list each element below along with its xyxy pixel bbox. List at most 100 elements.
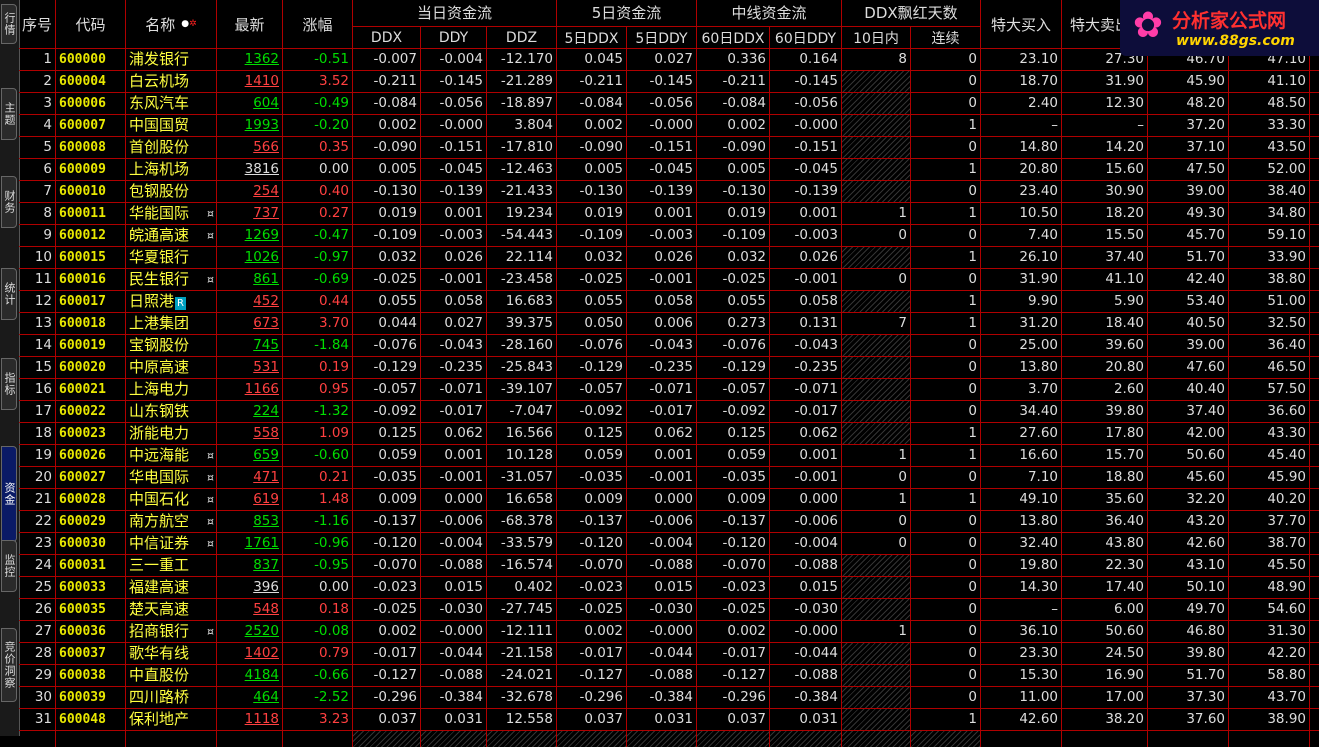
cell-code[interactable]: 600010 [56,181,126,202]
cell-name[interactable]: 四川路桥 [126,687,217,708]
table-row[interactable]: 9 600012 皖通高速 ¤ 1269 -0.47 -0.109 -0.003 -54.443… [19,225,1319,247]
cell-name[interactable]: 日照港 R [126,291,217,312]
cell-name[interactable]: 南方航空 ¤ [126,511,217,532]
cell-code[interactable]: 600016 [56,269,126,290]
cell-code[interactable]: 600021 [56,379,126,400]
table-row[interactable]: 4 600007 中国国贸 1993 -0.20 0.002 -0.000 3.804 0.00… [19,115,1319,137]
table-row[interactable]: 5 600008 首创股份 566 0.35 -0.090 -0.151 -17.810 -0.… [19,137,1319,159]
table-row[interactable]: 24 600031 三一重工 837 -0.95 -0.070 -0.088 -16.574-… [19,555,1319,577]
cell-code[interactable]: 600008 [56,137,126,158]
side-tab-7[interactable]: 竞价洞察 [1,628,17,702]
cell-code[interactable]: 600035 [56,599,126,620]
table-row[interactable]: 25 600033 福建高速 396 0.00 -0.023 0.015 0.402 -0.02… [19,577,1319,599]
table-row[interactable]: 20 600027 华电国际 ¤ 471 0.21 -0.035 -0.001 -31.057-… [19,467,1319,489]
cell-name[interactable]: 宝钢股份 [126,335,217,356]
cell-name[interactable]: 中国石化 ¤ [126,489,217,510]
table-row[interactable]: 6 600009 上海机场 3816 0.00 0.005 -0.045 -12.463 0.0… [19,159,1319,181]
cell-name[interactable]: 上海机场 [126,159,217,180]
side-tab-3[interactable]: 统计 [1,268,17,320]
table-row[interactable]: 10 600015 华夏银行 1026 -0.97 0.032 0.026 22.114 0.0… [19,247,1319,269]
side-tab-1[interactable]: 主题 [1,88,17,140]
cell-code[interactable]: 600012 [56,225,126,246]
side-tab-0[interactable]: 行情 [1,4,17,44]
cell-code[interactable]: 600038 [56,665,126,686]
table-row[interactable]: 28 600037 歌华有线 1402 0.79 -0.017 -0.044 -21.158-… [19,643,1319,665]
table-row[interactable]: 2 600004 白云机场 1410 3.52 -0.211 -0.145 -21.289 -0… [19,71,1319,93]
header-ddx60[interactable]: 60日DDX [697,27,770,48]
header-streak[interactable]: 连续 [911,27,981,48]
header-ddy[interactable]: DDY [421,27,487,48]
header-big-buy[interactable]: 特大买入 [981,0,1062,48]
cell-code[interactable]: 600023 [56,423,126,444]
table-row[interactable]: 23 600030 中信证券 ¤ 1761 -0.96 -0.120 -0.004 -33.57… [19,533,1319,555]
side-tab-4[interactable]: 指标 [1,358,17,410]
header-latest[interactable]: 最新 [217,0,283,48]
cell-name[interactable]: 华能国际 ¤ [126,203,217,224]
header-ddy5[interactable]: 5日DDY [627,27,697,48]
table-row[interactable]: 30 600039 四川路桥 464 -2.52 -0.296 -0.384 -32.678-… [19,687,1319,709]
cell-code[interactable]: 600037 [56,643,126,664]
cell-name[interactable]: 上港集团 [126,313,217,334]
cell-code[interactable]: 600018 [56,313,126,334]
cell-code[interactable]: 600030 [56,533,126,554]
cell-code[interactable]: 600019 [56,335,126,356]
side-tab-2[interactable]: 财务 [1,176,17,228]
table-row[interactable]: 11 600016 民生银行 ¤ 861 -0.69 -0.025 -0.001 -23.458… [19,269,1319,291]
cell-code[interactable]: 600006 [56,93,126,114]
cell-name[interactable]: 山东钢铁 [126,401,217,422]
cell-name[interactable]: 保利地产 [126,709,217,730]
cell-name[interactable]: 中直股份 [126,665,217,686]
header-seq[interactable]: 序号 [19,0,56,48]
table-row[interactable]: 29 600038 中直股份 4184 -0.66 -0.127 -0.088 -24.021… [19,665,1319,687]
table-row[interactable]: 14 600019 宝钢股份 745 -1.84 -0.076 -0.043 -28.160-… [19,335,1319,357]
table-row[interactable]: 16 600021 上海电力 1166 0.95 -0.057 -0.071 -39.107-… [19,379,1319,401]
cell-code[interactable]: 600022 [56,401,126,422]
table-row[interactable]: 8 600011 华能国际 ¤ 737 0.27 0.019 0.001 19.234 0.019… [19,203,1319,225]
table-row[interactable]: 21 600028 中国石化 ¤ 619 1.48 0.009 0.000 16.658 0.00… [19,489,1319,511]
table-row[interactable]: 17 600022 山东钢铁 224 -1.32 -0.092 -0.017 -7.047 -0… [19,401,1319,423]
cell-code[interactable]: 600039 [56,687,126,708]
cell-name[interactable]: 上海电力 [126,379,217,400]
cell-code[interactable]: 600020 [56,357,126,378]
table-row[interactable]: 22 600029 南方航空 ¤ 853 -1.16 -0.137 -0.006 -68.378… [19,511,1319,533]
cell-name[interactable]: 浙能电力 [126,423,217,444]
table-row[interactable]: 13 600018 上港集团 673 3.70 0.044 0.027 39.375 0.050… [19,313,1319,335]
cell-code[interactable]: 600007 [56,115,126,136]
cell-code[interactable]: 600000 [56,49,126,70]
cell-name[interactable]: 歌华有线 [126,643,217,664]
cell-code[interactable]: 600036 [56,621,126,642]
cell-name[interactable]: 华夏银行 [126,247,217,268]
table-row[interactable]: 19 600026 中远海能 ¤ 659 -0.60 0.059 0.001 10.128 0.0… [19,445,1319,467]
header-ddy60[interactable]: 60日DDY [770,27,842,48]
header-red10[interactable]: 10日内 [842,27,911,48]
table-row[interactable]: 27 600036 招商银行 ¤ 2520 -0.08 0.002 -0.000 -12.111… [19,621,1319,643]
cell-code[interactable]: 600011 [56,203,126,224]
header-name[interactable]: 名称 ● ✲ [126,0,217,48]
header-ddz[interactable]: DDZ [487,27,557,48]
cell-code[interactable]: 600048 [56,709,126,730]
cell-name[interactable]: 民生银行 ¤ [126,269,217,290]
cell-code[interactable]: 600015 [56,247,126,268]
table-row[interactable]: 26 600035 楚天高速 548 0.18 -0.025 -0.030 -27.745 -0… [19,599,1319,621]
cell-code[interactable]: 600004 [56,71,126,92]
header-code[interactable]: 代码 [56,0,126,48]
cell-code[interactable]: 600026 [56,445,126,466]
side-tab-5[interactable]: 资金 [1,446,17,542]
cell-name[interactable]: 中国国贸 [126,115,217,136]
cell-name[interactable]: 白云机场 [126,71,217,92]
header-change[interactable]: 涨幅 [283,0,353,48]
cell-code[interactable]: 600029 [56,511,126,532]
cell-code[interactable]: 600009 [56,159,126,180]
cell-name[interactable]: 中远海能 ¤ [126,445,217,466]
cell-name[interactable]: 皖通高速 ¤ [126,225,217,246]
cell-code[interactable]: 600028 [56,489,126,510]
cell-name[interactable]: 东风汽车 [126,93,217,114]
cell-name[interactable]: 包钢股份 [126,181,217,202]
cell-name[interactable]: 首创股份 [126,137,217,158]
table-row[interactable]: 18 600023 浙能电力 558 1.09 0.125 0.062 16.566 0.125… [19,423,1319,445]
header-ddx5[interactable]: 5日DDX [557,27,627,48]
table-row[interactable]: 3 600006 东风汽车 604 -0.49 -0.084 -0.056 -18.897 -0… [19,93,1319,115]
side-tab-6[interactable]: 监控 [1,540,17,592]
cell-name[interactable]: 招商银行 ¤ [126,621,217,642]
cell-name[interactable]: 中原高速 [126,357,217,378]
